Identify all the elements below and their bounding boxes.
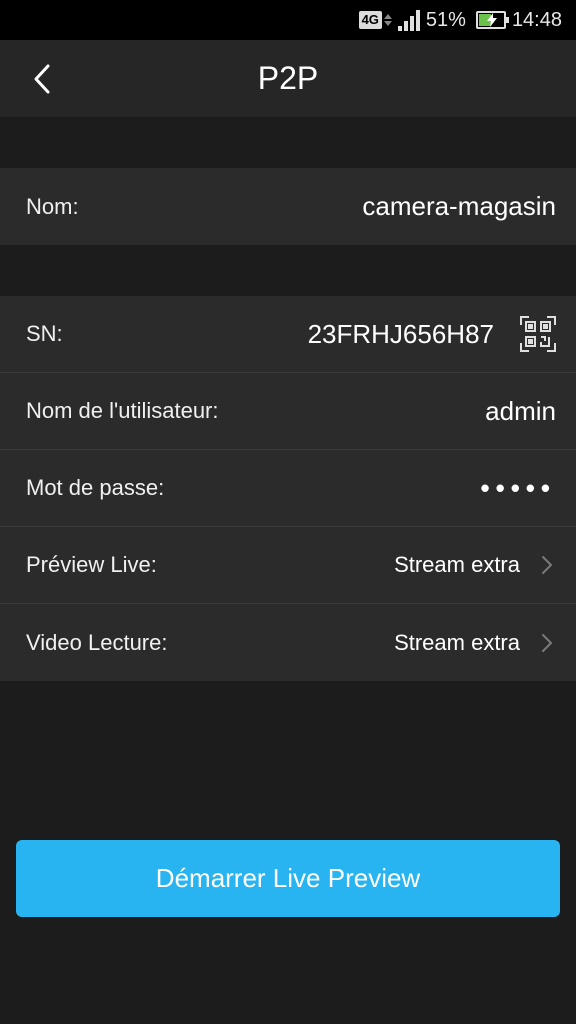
qr-code-scan-icon[interactable]: [520, 316, 556, 352]
device-name-group: Nom: camera-magasin: [0, 168, 576, 245]
username-row[interactable]: Nom de l'utilisateur: admin: [0, 373, 576, 450]
device-details-group: SN: 23FRHJ656H87 Nom de l'utilisateur: a…: [0, 296, 576, 681]
device-name-row[interactable]: Nom: camera-magasin: [0, 168, 576, 245]
video-playback-stream-row[interactable]: Video Lecture: Stream extra: [0, 604, 576, 681]
app-header: P2P: [0, 40, 576, 117]
data-activity-icon: [383, 14, 392, 26]
password-label: Mot de passe:: [26, 475, 165, 500]
device-name-label: Nom:: [26, 193, 79, 219]
device-name-value[interactable]: camera-magasin: [362, 191, 556, 222]
start-live-preview-button[interactable]: Démarrer Live Preview: [16, 840, 560, 917]
page-title: P2P: [257, 60, 319, 96]
status-bar: 4G 51% 14:48: [0, 0, 576, 40]
serial-number-value[interactable]: 23FRHJ656H87: [308, 319, 494, 350]
username-label: Nom de l'utilisateur:: [26, 398, 219, 423]
live-preview-stream-value: Stream extra: [394, 552, 520, 577]
serial-number-row[interactable]: SN: 23FRHJ656H87: [0, 296, 576, 373]
live-preview-label: Préview Live:: [26, 552, 157, 577]
signal-strength-icon: [397, 9, 420, 31]
status-time: 14:48: [511, 8, 562, 31]
password-row[interactable]: Mot de passe: •••••: [0, 450, 576, 527]
video-playback-label: Video Lecture:: [26, 629, 168, 655]
live-preview-stream-row[interactable]: Préview Live: Stream extra: [0, 527, 576, 604]
username-value[interactable]: admin: [485, 396, 556, 427]
battery-percent: 51%: [425, 8, 466, 31]
network-type-badge: 4G: [358, 11, 382, 29]
chevron-left-icon[interactable]: [28, 62, 58, 96]
chevron-right-icon: [540, 554, 554, 576]
video-playback-stream-value: Stream extra: [394, 629, 520, 655]
battery-charging-icon: [475, 11, 509, 29]
chevron-right-icon: [540, 632, 554, 654]
serial-number-label: SN:: [26, 321, 63, 346]
password-value[interactable]: •••••: [480, 473, 556, 504]
